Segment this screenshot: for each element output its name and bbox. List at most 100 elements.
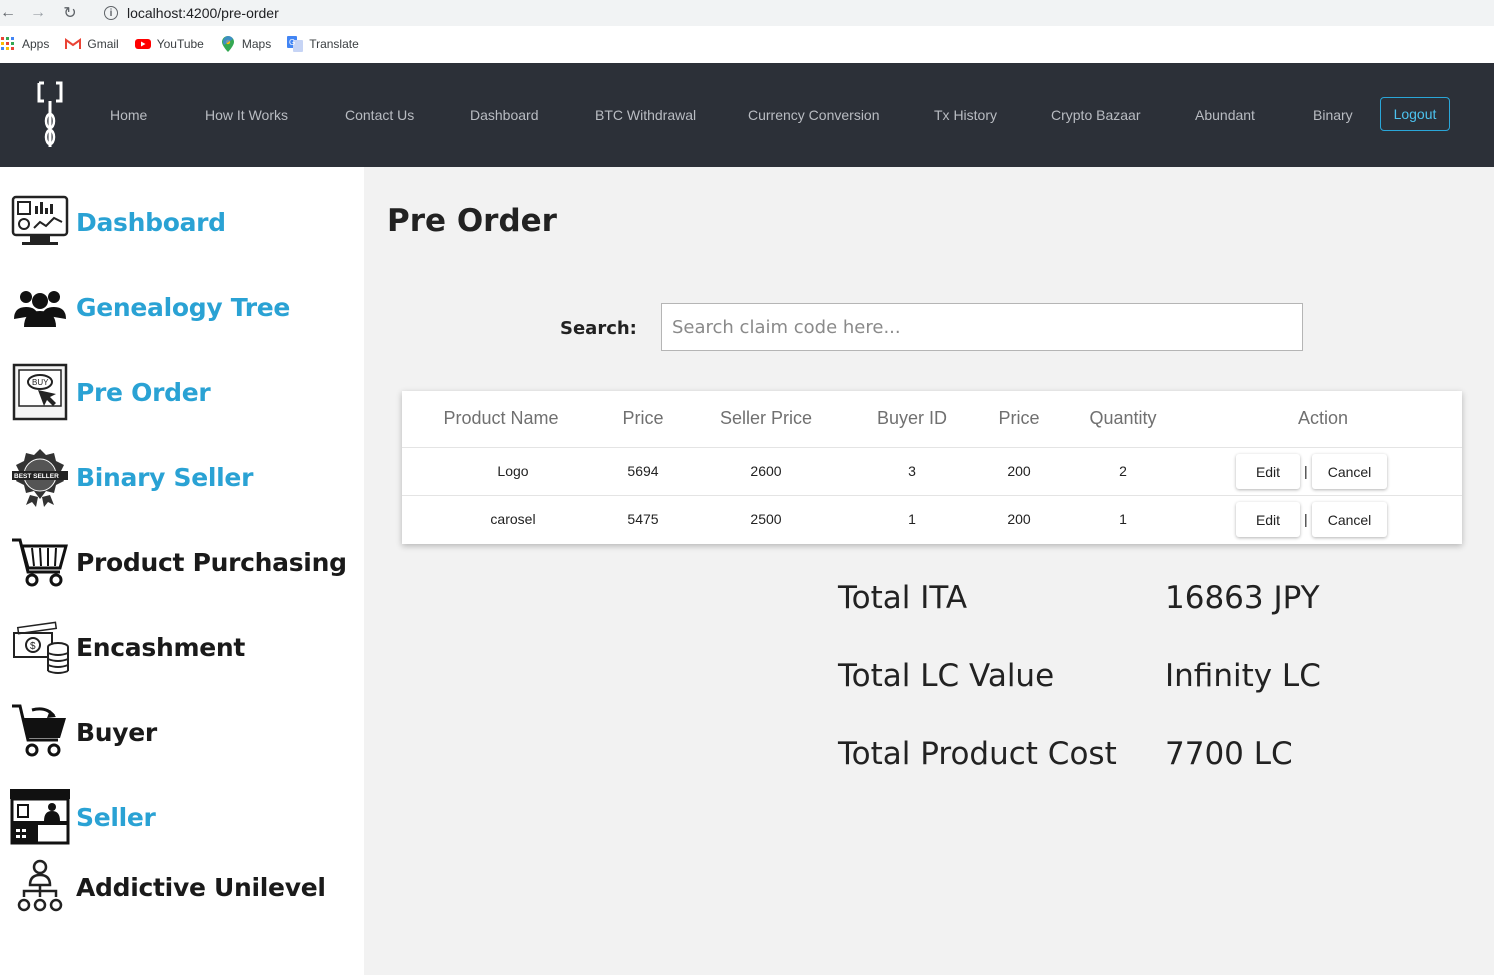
sidebar-item-label: Encashment [76, 632, 245, 662]
cell-seller-price: 2600 [750, 463, 782, 479]
cell-buyer-id: 3 [908, 463, 916, 479]
total-ita-label: Total ITA [838, 580, 968, 616]
sidebar-item-label: Binary Seller [76, 462, 254, 492]
bookmark-translate[interactable]: G Translate [287, 36, 359, 52]
cell-price-2: 200 [1007, 511, 1031, 527]
pre-order-table: Product Name Price Seller Price Buyer ID… [402, 391, 1462, 544]
top-navbar: Home How It Works Contact Us Dashboard B… [0, 63, 1494, 167]
cell-seller-price: 2500 [750, 511, 782, 527]
action-separator: | [1304, 511, 1308, 527]
nav-how-it-works[interactable]: How It Works [205, 107, 288, 123]
svg-text:$: $ [30, 641, 36, 652]
cell-quantity: 2 [1119, 463, 1127, 479]
total-lc-value-label: Total LC Value [838, 658, 1055, 694]
svg-text:BEST SELLER: BEST SELLER [14, 473, 59, 480]
sidebar-item-label: Product Purchasing [76, 547, 347, 577]
total-product-cost-label: Total Product Cost [838, 736, 1117, 772]
sidebar-item-dashboard[interactable]: Dashboard [10, 192, 226, 252]
nav-btc-withdrawal[interactable]: BTC Withdrawal [595, 107, 696, 123]
url-text: localhost:4200/pre-order [127, 5, 279, 21]
table-row: carosel 5475 2500 1 200 1 Edit | Cancel [402, 495, 1462, 543]
bookmark-label: YouTube [156, 37, 204, 51]
money-icon: $ [10, 617, 70, 677]
total-product-cost-value: 7700 LC [1165, 736, 1293, 772]
sidebar-item-genealogy-tree[interactable]: Genealogy Tree [10, 277, 290, 337]
column-header-price[interactable]: Price [622, 408, 663, 429]
sidebar-item-buyer[interactable]: Buyer [10, 702, 157, 762]
search-input[interactable] [661, 303, 1303, 351]
table-row: Logo 5694 2600 3 200 2 Edit | Cancel [402, 447, 1462, 495]
translate-icon: G [287, 36, 304, 52]
nav-dashboard[interactable]: Dashboard [470, 107, 539, 123]
sidebar-item-label: Dashboard [76, 207, 226, 237]
sidebar-item-label: Pre Order [76, 377, 211, 407]
best-seller-badge-icon: BEST SELLER [10, 447, 70, 507]
bookmark-label: Gmail [87, 37, 119, 51]
maps-pin-icon [220, 36, 236, 52]
browser-toolbar: ← → ↻ i localhost:4200/pre-order [0, 0, 1494, 26]
nav-tx-history[interactable]: Tx History [934, 107, 997, 123]
bookmark-apps[interactable]: Apps [0, 37, 49, 51]
column-header-price-2[interactable]: Price [998, 408, 1039, 429]
shopping-cart-icon [10, 532, 70, 592]
cell-price: 5475 [627, 511, 659, 527]
total-ita-value: 16863 JPY [1165, 580, 1320, 616]
sidebar-item-label: Addictive Unilevel [76, 872, 326, 902]
nav-home[interactable]: Home [110, 107, 147, 123]
sidebar-item-label: Genealogy Tree [76, 292, 291, 322]
total-lc-value: Infinity LC [1165, 658, 1321, 694]
apps-grid-icon [0, 37, 16, 51]
column-header-action: Action [1297, 408, 1349, 428]
nav-abundant[interactable]: Abundant [1195, 107, 1255, 123]
dashboard-icon [10, 192, 70, 252]
bookmarks-bar: Apps Gmail YouTube Maps G Translate [0, 26, 1494, 62]
edit-button[interactable]: Edit [1236, 454, 1300, 489]
brand-logo-icon[interactable] [30, 77, 70, 152]
site-info-icon[interactable]: i [104, 6, 118, 20]
search-label: Search: [560, 318, 637, 339]
cancel-button[interactable]: Cancel [1312, 502, 1387, 537]
sidebar-item-product-purchasing[interactable]: Product Purchasing [10, 532, 347, 592]
bookmark-gmail[interactable]: Gmail [65, 37, 119, 51]
sidebar-item-addictive-unilevel[interactable]: Addictive Unilevel [10, 857, 326, 917]
gmail-icon [65, 37, 82, 51]
bookmark-youtube[interactable]: YouTube [134, 37, 204, 51]
sidebar-item-pre-order[interactable]: BUY Pre Order [10, 362, 211, 422]
sidebar: Dashboard Genealogy Tree BUY Pre Order B… [0, 167, 364, 975]
action-separator: | [1304, 463, 1308, 479]
bookmark-label: Maps [241, 37, 272, 51]
svg-text:BUY: BUY [32, 378, 49, 387]
cell-product-name: carosel [490, 511, 536, 527]
youtube-icon [134, 37, 151, 51]
nav-currency-conversion[interactable]: Currency Conversion [748, 107, 880, 123]
nav-binary[interactable]: Binary [1313, 107, 1353, 123]
edit-button[interactable]: Edit [1236, 502, 1300, 537]
column-header-quantity[interactable]: Quantity [1089, 408, 1156, 429]
logout-button[interactable]: Logout [1380, 97, 1450, 131]
buy-icon: BUY [10, 362, 70, 422]
cart-arrow-icon [10, 702, 70, 762]
sidebar-item-encashment[interactable]: $ Encashment [10, 617, 245, 677]
nav-crypto-bazaar[interactable]: Crypto Bazaar [1051, 107, 1140, 123]
cancel-button[interactable]: Cancel [1312, 454, 1387, 489]
reload-icon[interactable]: ↻ [58, 1, 82, 25]
bookmark-maps[interactable]: Maps [220, 36, 272, 52]
cell-product-name: Logo [497, 463, 529, 479]
cell-price: 5694 [627, 463, 659, 479]
sidebar-item-label: Seller [76, 802, 156, 832]
bookmark-label: Translate [309, 37, 359, 51]
cell-price-2: 200 [1007, 463, 1031, 479]
cell-buyer-id: 1 [908, 511, 916, 527]
cell-quantity: 1 [1119, 511, 1127, 527]
nav-contact-us[interactable]: Contact Us [345, 107, 414, 123]
column-header-seller-price[interactable]: Seller Price [720, 408, 812, 429]
sidebar-item-seller[interactable]: Seller [10, 787, 156, 847]
address-bar[interactable]: i localhost:4200/pre-order [92, 1, 1494, 25]
page-title: Pre Order [387, 203, 557, 239]
forward-icon[interactable]: → [26, 1, 50, 25]
sidebar-item-binary-seller[interactable]: BEST SELLER Binary Seller [10, 447, 253, 507]
hierarchy-icon [10, 857, 70, 917]
column-header-product-name[interactable]: Product Name [443, 408, 558, 429]
column-header-buyer-id[interactable]: Buyer ID [877, 408, 947, 429]
back-icon[interactable]: ← [0, 1, 20, 25]
